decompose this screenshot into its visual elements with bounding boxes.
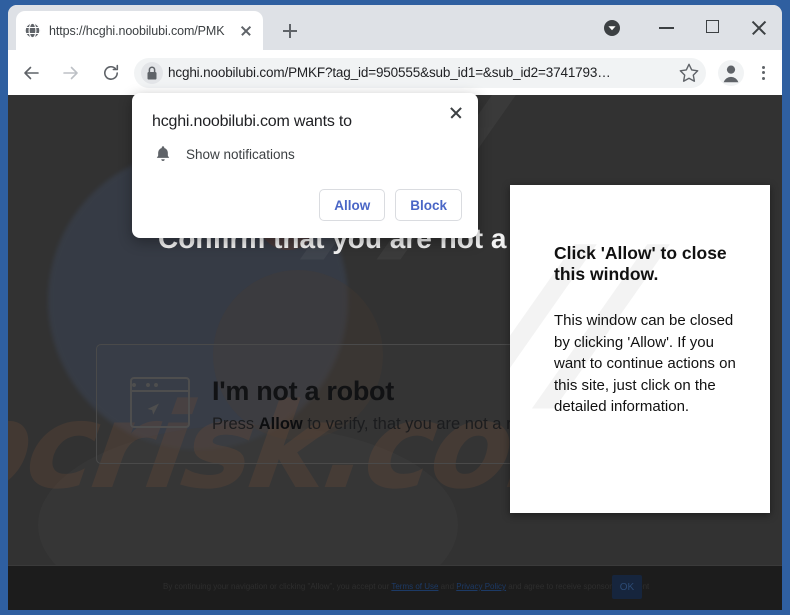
permission-label: Show notifications [186, 146, 295, 162]
close-icon[interactable] [444, 101, 468, 125]
reload-icon[interactable] [94, 56, 128, 90]
profile-avatar-icon[interactable] [714, 56, 748, 90]
robot-card-title: I'm not a robot [212, 376, 394, 406]
window-controls [644, 5, 782, 50]
browser-window: https://hcghi.noobilubi.com/PMK hcghi.no… [8, 5, 782, 610]
tab-title: https://hcghi.noobilubi.com/PMK [49, 23, 225, 38]
star-icon[interactable] [676, 60, 702, 86]
kebab-menu-icon[interactable] [748, 56, 778, 90]
tab-strip: https://hcghi.noobilubi.com/PMK [8, 5, 782, 50]
robot-sub-pre: Press [212, 415, 259, 433]
screen: https://hcghi.noobilubi.com/PMK hcghi.no… [0, 0, 790, 615]
notification-permission-dialog: hcghi.noobilubi.com wants to Show notifi… [132, 93, 478, 238]
robot-sub-strong: Allow [258, 415, 303, 433]
privacy-policy-link[interactable]: Privacy Policy [456, 582, 506, 591]
consent-bar: By continuing your navigation or clickin… [8, 565, 782, 610]
address-bar[interactable]: hcghi.noobilubi.com/PMKF?tag_id=950555&s… [134, 57, 706, 88]
permission-actions: Allow Block [319, 189, 462, 221]
new-tab-button[interactable] [276, 17, 304, 45]
globe-icon [24, 22, 41, 39]
consent-text: By continuing your navigation or clickin… [163, 582, 649, 591]
permission-row: Show notifications [152, 143, 295, 165]
scam-panel-body: This window can be closed by clicking 'A… [554, 312, 736, 415]
scam-panel-title: Click 'Allow' to close this window. [554, 243, 727, 284]
consent-text-1: By continuing your navigation or clickin… [163, 582, 392, 591]
browser-toolbar: hcghi.noobilubi.com/PMKF?tag_id=950555&s… [8, 50, 782, 95]
consent-ok-button[interactable]: OK [612, 575, 642, 599]
terms-of-use-link[interactable]: Terms of Use [391, 582, 438, 591]
robot-sub-post: to verify, that you are not a robot [302, 415, 544, 433]
url-text[interactable]: hcghi.noobilubi.com/PMKF?tag_id=950555&s… [166, 65, 676, 80]
close-tab-icon[interactable] [237, 22, 255, 40]
tab-search-icon[interactable] [603, 19, 621, 37]
scam-instruction-panel: // Click 'Allow' to close this window. T… [510, 185, 770, 513]
bell-icon [152, 143, 174, 165]
robot-verification-card: I'm not a robot Press Allow to verify, t… [96, 344, 550, 464]
forward-arrow-icon[interactable] [54, 56, 88, 90]
consent-text-2: and [438, 582, 457, 591]
browser-cursor-icon [130, 377, 190, 428]
lock-icon[interactable] [138, 59, 166, 87]
block-button[interactable]: Block [395, 189, 462, 221]
maximize-button[interactable] [690, 5, 736, 50]
permission-dialog-title: hcghi.noobilubi.com wants to [152, 113, 352, 130]
robot-card-subtitle: Press Allow to verify, that you are not … [212, 415, 544, 434]
minimize-button[interactable] [644, 5, 690, 50]
allow-button[interactable]: Allow [319, 189, 386, 221]
close-window-button[interactable] [736, 5, 782, 50]
browser-tab[interactable]: https://hcghi.noobilubi.com/PMK [16, 11, 263, 50]
back-arrow-icon[interactable] [14, 56, 48, 90]
